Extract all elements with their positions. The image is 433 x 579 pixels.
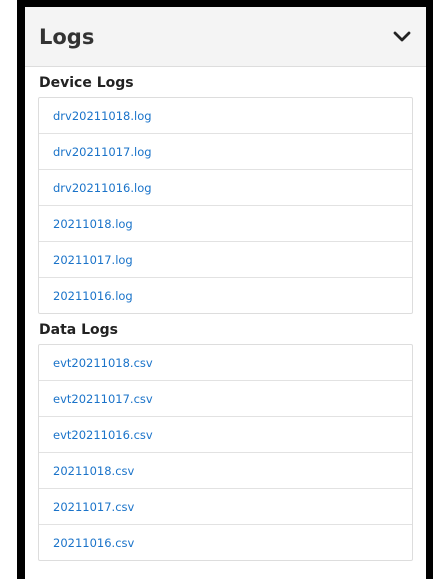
- list-item: 20211017.log: [39, 242, 412, 278]
- device-logs-section: Device Logs drv20211018.log drv20211017.…: [25, 67, 426, 314]
- logs-panel: Logs Device Logs drv20211018.log drv2021…: [25, 7, 426, 579]
- device-logs-heading: Device Logs: [39, 75, 134, 91]
- window-border: Logs Device Logs drv20211018.log drv2021…: [17, 0, 433, 579]
- list-item: drv20211018.log: [39, 98, 412, 134]
- file-link[interactable]: 20211017.csv: [53, 500, 134, 514]
- list-item: 20211018.csv: [39, 453, 412, 489]
- file-link[interactable]: drv20211016.log: [53, 181, 152, 195]
- list-item: drv20211016.log: [39, 170, 412, 206]
- file-link[interactable]: 20211018.log: [53, 217, 133, 231]
- list-item: drv20211017.log: [39, 134, 412, 170]
- data-logs-heading: Data Logs: [39, 322, 118, 338]
- list-item: 20211018.log: [39, 206, 412, 242]
- list-item: 20211016.log: [39, 278, 412, 313]
- file-link[interactable]: 20211018.csv: [53, 464, 134, 478]
- list-item: 20211017.csv: [39, 489, 412, 525]
- list-item: evt20211016.csv: [39, 417, 412, 453]
- logs-panel-header[interactable]: Logs: [25, 7, 426, 67]
- file-link[interactable]: evt20211016.csv: [53, 428, 153, 442]
- list-item: 20211016.csv: [39, 525, 412, 560]
- file-link[interactable]: 20211016.csv: [53, 536, 134, 550]
- file-link[interactable]: 20211017.log: [53, 253, 133, 267]
- file-link[interactable]: drv20211017.log: [53, 145, 152, 159]
- file-link[interactable]: evt20211018.csv: [53, 356, 153, 370]
- file-link[interactable]: evt20211017.csv: [53, 392, 153, 406]
- list-item: evt20211017.csv: [39, 381, 412, 417]
- data-logs-list: evt20211018.csv evt20211017.csv evt20211…: [38, 344, 413, 561]
- data-logs-section: Data Logs evt20211018.csv evt20211017.cs…: [25, 314, 426, 561]
- panel-title: Logs: [39, 24, 95, 49]
- file-link[interactable]: drv20211018.log: [53, 109, 152, 123]
- device-logs-list: drv20211018.log drv20211017.log drv20211…: [38, 97, 413, 314]
- chevron-down-icon[interactable]: [392, 27, 412, 47]
- file-link[interactable]: 20211016.log: [53, 289, 133, 303]
- list-item: evt20211018.csv: [39, 345, 412, 381]
